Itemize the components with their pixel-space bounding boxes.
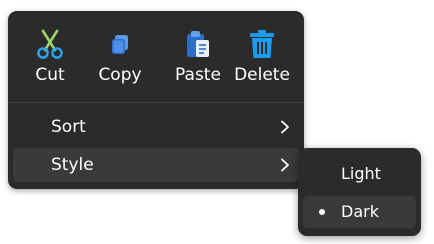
selected-bullet-icon: [319, 209, 325, 215]
submenu-item-dark[interactable]: Dark: [303, 196, 416, 228]
menu-divider: [8, 102, 304, 103]
style-submenu: Light Dark: [298, 148, 421, 236]
chevron-right-icon: [281, 120, 289, 134]
scissors-icon: [37, 29, 63, 59]
action-bar: Cut Copy Paste Delete: [8, 11, 304, 101]
trash-icon: [250, 30, 274, 58]
clipboard-paste-icon: [187, 31, 209, 57]
copy-label: Copy: [98, 65, 142, 85]
copy-icon: [112, 35, 128, 54]
copy-button[interactable]: Copy: [85, 11, 155, 101]
menu-item-sort[interactable]: Sort: [13, 110, 300, 144]
delete-label: Delete: [234, 65, 290, 85]
paste-button[interactable]: Paste: [163, 11, 233, 101]
chevron-right-icon: [281, 158, 289, 172]
submenu-item-light[interactable]: Light: [303, 158, 416, 190]
submenu-item-dark-label: Dark: [341, 202, 379, 221]
context-menu: Cut Copy Paste Delete Sort Style: [8, 11, 304, 189]
stage: Cut Copy Paste Delete Sort Style Light D…: [0, 0, 434, 244]
menu-item-style-label: Style: [51, 155, 94, 175]
paste-label: Paste: [175, 65, 221, 85]
menu-item-sort-label: Sort: [51, 117, 86, 137]
delete-button[interactable]: Delete: [227, 11, 297, 101]
menu-item-style[interactable]: Style: [13, 148, 300, 182]
submenu-item-light-label: Light: [341, 164, 381, 183]
cut-label: Cut: [35, 65, 65, 85]
cut-button[interactable]: Cut: [15, 11, 85, 101]
